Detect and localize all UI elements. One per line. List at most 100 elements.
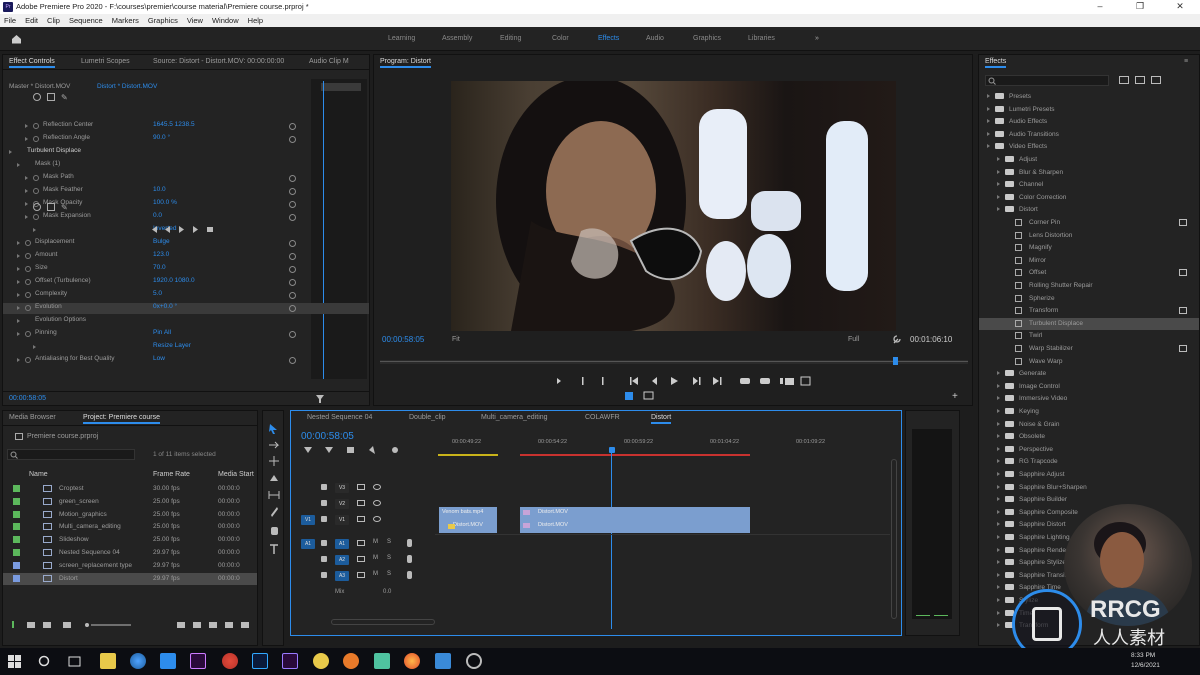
effect-property-row[interactable]: Turbulent Displace xyxy=(3,147,369,158)
effects-tree-item[interactable]: Spherize xyxy=(979,293,1199,305)
more-workspaces-icon[interactable]: » xyxy=(815,35,819,42)
fit-dropdown[interactable]: Fit xyxy=(452,336,460,343)
wrench-icon[interactable] xyxy=(892,335,901,344)
tab-effect-controls[interactable]: Effect Controls xyxy=(9,58,55,68)
project-search-input[interactable] xyxy=(7,449,135,460)
expand-triangle-icon[interactable] xyxy=(33,228,36,232)
clip-distort-v2[interactable]: Distort.MOV xyxy=(520,507,750,520)
expand-triangle-icon[interactable] xyxy=(997,169,1000,174)
effects-tree-item[interactable]: Adjust xyxy=(979,154,1199,166)
expand-triangle-icon[interactable] xyxy=(17,280,20,284)
clip-distort-v1[interactable]: Distort.MOV xyxy=(520,520,750,533)
expand-triangle-icon[interactable] xyxy=(997,522,1000,527)
label-color-swatch[interactable] xyxy=(13,510,20,518)
filter-icon[interactable] xyxy=(315,394,325,404)
effect-property-row[interactable]: Amount 123.0 xyxy=(3,251,369,262)
mail-icon[interactable] xyxy=(160,653,176,669)
sync-lock-icon[interactable] xyxy=(357,500,365,506)
expand-triangle-icon[interactable] xyxy=(17,163,20,167)
effects-tree-item[interactable]: Image Control xyxy=(979,381,1199,393)
expand-triangle-icon[interactable] xyxy=(17,358,20,362)
project-item-row[interactable]: Nested Sequence 04 29.97 fps 00:00:0 xyxy=(3,547,257,559)
tab-project[interactable]: Project: Premiere course xyxy=(83,414,161,424)
label-color-swatch[interactable] xyxy=(13,497,20,505)
source-patch-button[interactable]: V1 xyxy=(301,515,315,525)
effect-property-row[interactable]: Mask Opacity 100.0 % xyxy=(3,199,369,210)
expand-triangle-icon[interactable] xyxy=(17,267,20,271)
expand-triangle-icon[interactable] xyxy=(25,124,28,128)
expand-triangle-icon[interactable] xyxy=(997,585,1000,590)
stopwatch-icon[interactable] xyxy=(33,175,39,181)
solo-button[interactable]: S xyxy=(387,571,391,577)
track-header[interactable]: V3 xyxy=(299,481,434,495)
project-item-row[interactable]: green_screen 25.00 fps 00:00:0 xyxy=(3,496,257,508)
reset-icon[interactable] xyxy=(289,214,296,221)
stopwatch-icon[interactable] xyxy=(33,214,39,220)
effects-tree-item[interactable]: Twirl xyxy=(979,330,1199,342)
add-button[interactable]: + xyxy=(952,391,958,402)
project-item-row[interactable]: Slideshow 25.00 fps 00:00:0 xyxy=(3,534,257,546)
effects-tree-item[interactable]: Sapphire Builder xyxy=(979,494,1199,506)
effects-tree-item[interactable]: Channel xyxy=(979,179,1199,191)
expand-triangle-icon[interactable] xyxy=(997,371,1000,376)
lock-icon[interactable] xyxy=(321,484,327,490)
tab-multi-camera-editing[interactable]: Multi_camera_editing xyxy=(481,414,548,421)
reset-icon[interactable] xyxy=(289,253,296,260)
expand-triangle-icon[interactable] xyxy=(997,572,1000,577)
reset-icon[interactable] xyxy=(289,201,296,208)
expand-triangle-icon[interactable] xyxy=(987,119,990,124)
project-item-row[interactable]: screen_replacement type 29.97 fps 00:00:0 xyxy=(3,560,257,572)
label-color-swatch[interactable] xyxy=(13,485,20,492)
playhead-handle[interactable] xyxy=(609,447,615,453)
effects-tree-item[interactable]: Audio Effects xyxy=(979,116,1199,128)
home-icon[interactable] xyxy=(11,34,22,44)
effects-tree-item[interactable]: Obsolete xyxy=(979,431,1199,443)
stopwatch-icon[interactable] xyxy=(25,253,31,259)
chrome-icon[interactable] xyxy=(130,653,146,669)
sync-lock-icon[interactable] xyxy=(357,484,365,490)
browser-icon[interactable] xyxy=(222,653,238,669)
project-item-row[interactable]: Multi_camera_editing 25.00 fps 00:00:0 xyxy=(3,521,257,533)
effects-tree-item[interactable]: Warp Stabilizer xyxy=(979,343,1199,355)
effect-property-row[interactable]: Mask Path xyxy=(3,173,369,184)
menu-edit[interactable]: Edit xyxy=(25,16,38,25)
property-value[interactable]: Low xyxy=(153,355,165,362)
sync-lock-icon[interactable] xyxy=(357,572,365,578)
effect-property-row[interactable]: Offset (Turbulence) 1920.0 1080.0 xyxy=(3,277,369,288)
after-effects-icon[interactable] xyxy=(190,653,206,669)
expand-triangle-icon[interactable] xyxy=(997,383,1000,388)
expand-triangle-icon[interactable] xyxy=(17,306,20,310)
expand-triangle-icon[interactable] xyxy=(997,560,1000,565)
effects-tree-item[interactable]: Lens Distortion xyxy=(979,230,1199,242)
reset-icon[interactable] xyxy=(289,357,296,364)
effect-property-row[interactable]: Displacement Bulge xyxy=(3,238,369,249)
menu-sequence[interactable]: Sequence xyxy=(69,16,103,25)
expand-triangle-icon[interactable] xyxy=(987,144,990,149)
tab-audio-clip-mixer[interactable]: Audio Clip M xyxy=(309,58,349,65)
reset-icon[interactable] xyxy=(289,305,296,312)
close-button[interactable]: ✕ xyxy=(1160,0,1200,14)
expand-triangle-icon[interactable] xyxy=(997,547,1000,552)
property-value[interactable]: 0x+0.0 ° xyxy=(153,303,177,310)
effect-property-row[interactable]: Mask Feather 10.0 xyxy=(3,186,369,197)
effects-panel-title[interactable]: Effects xyxy=(985,58,1007,68)
workspace-color[interactable]: Color xyxy=(552,35,569,42)
effects-tree-item[interactable]: Noise & Grain xyxy=(979,419,1199,431)
property-value[interactable]: 123.0 xyxy=(153,251,169,258)
eye-icon[interactable] xyxy=(373,516,381,522)
menu-markers[interactable]: Markers xyxy=(112,16,139,25)
expand-triangle-icon[interactable] xyxy=(987,131,990,136)
menu-graphics[interactable]: Graphics xyxy=(148,16,178,25)
workspace-learning[interactable]: Learning xyxy=(388,35,415,42)
solo-button[interactable]: S xyxy=(387,539,391,545)
reset-icon[interactable] xyxy=(289,136,296,143)
expand-triangle-icon[interactable] xyxy=(25,189,28,193)
effects-tree-item[interactable]: Magnify xyxy=(979,242,1199,254)
property-value[interactable]: 1645.5 1238.5 xyxy=(153,121,195,128)
reset-icon[interactable] xyxy=(289,175,296,182)
effects-tree-item[interactable]: Mirror xyxy=(979,255,1199,267)
app-icon-green[interactable] xyxy=(374,653,390,669)
track-target-button[interactable]: V2 xyxy=(335,499,349,509)
property-value[interactable]: 100.0 % xyxy=(153,199,177,206)
effects-tree-item[interactable]: Video Effects xyxy=(979,141,1199,153)
